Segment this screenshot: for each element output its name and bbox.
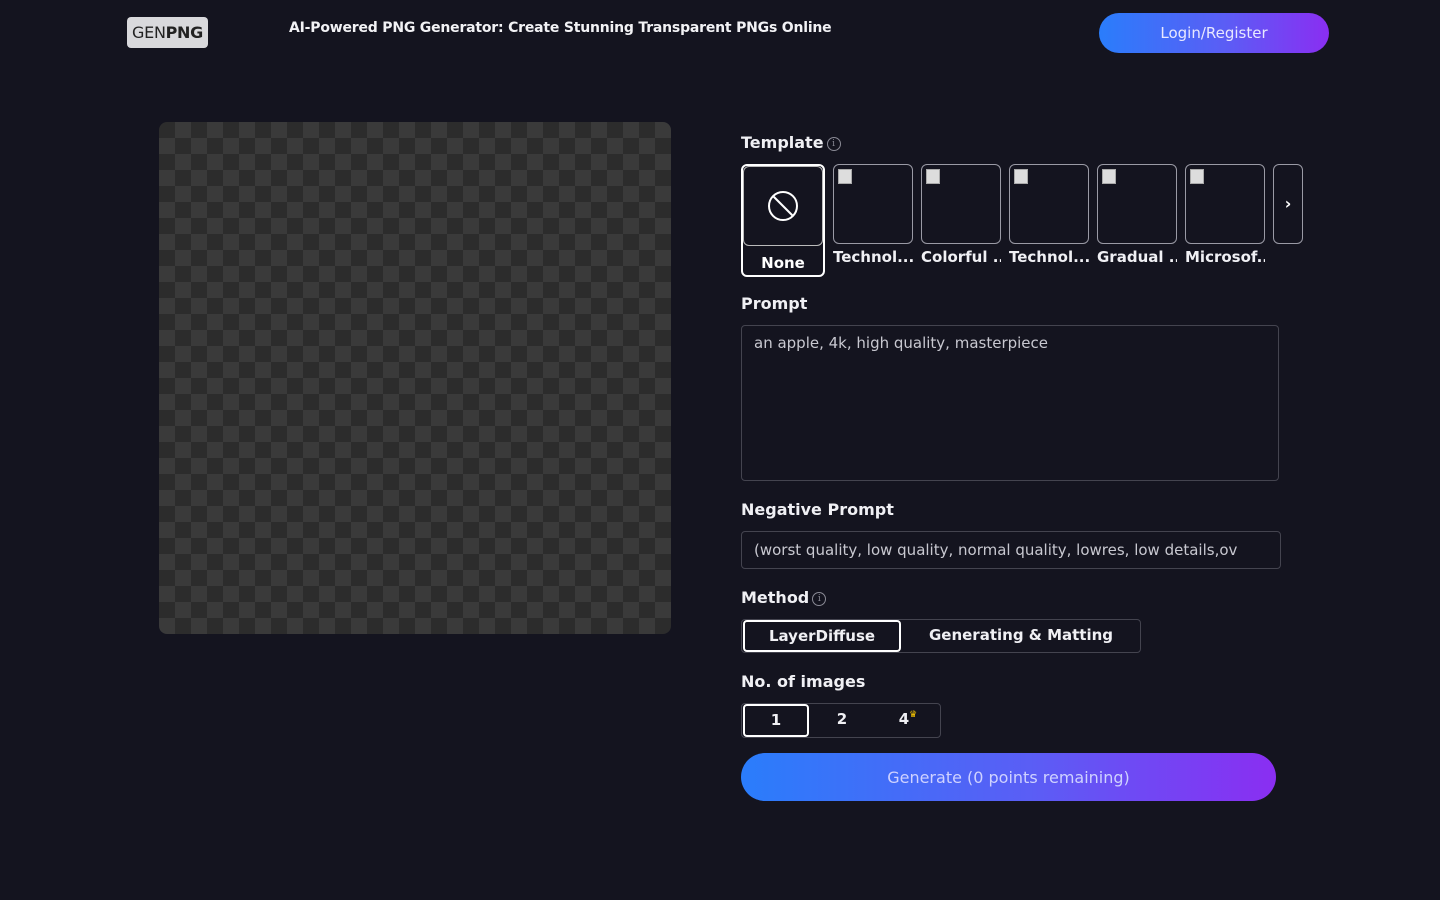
template-none-thumb (743, 166, 823, 246)
template-none-label: None (761, 254, 805, 272)
generate-button[interactable]: Generate (0 points remaining) (741, 753, 1276, 801)
logo-png-text: PNG (165, 23, 204, 42)
num-images-option-2[interactable]: 2 (809, 704, 875, 737)
template-item[interactable]: Gradual ... (1097, 164, 1177, 266)
num-images-label: No. of images (741, 672, 866, 691)
broken-image-icon (838, 169, 852, 184)
num-images-option-1[interactable]: 1 (743, 704, 809, 737)
ban-icon (768, 191, 798, 221)
template-next-button[interactable]: › (1273, 164, 1303, 244)
login-register-button[interactable]: Login/Register (1099, 13, 1329, 53)
broken-image-icon (926, 169, 940, 184)
template-heading: Template i (741, 133, 841, 152)
template-label: Template (741, 133, 824, 152)
broken-image-icon (1014, 169, 1028, 184)
prompt-input[interactable]: an apple, 4k, high quality, masterpiece (741, 325, 1279, 481)
template-thumb (1185, 164, 1265, 244)
template-name: Technol... (1009, 248, 1089, 266)
template-item[interactable]: Technol... (833, 164, 913, 266)
num-images-option-4[interactable]: 4♛ (875, 704, 941, 737)
num-images-selector: 1 2 4♛ (741, 703, 941, 738)
template-thumb (921, 164, 1001, 244)
num-images-option-4-label: 4 (898, 710, 910, 728)
negative-prompt-label: Negative Prompt (741, 500, 894, 519)
method-option-layerdiffuse[interactable]: LayerDiffuse (743, 620, 901, 652)
method-option-generating-matting[interactable]: Generating & Matting (902, 620, 1140, 652)
template-thumb (1009, 164, 1089, 244)
crown-icon: ♛ (909, 710, 918, 720)
image-preview-canvas (159, 122, 671, 634)
method-selector: LayerDiffuse Generating & Matting (741, 619, 1141, 653)
logo-gen-text: GEN (132, 23, 166, 42)
prompt-label: Prompt (741, 294, 808, 313)
template-none[interactable]: None (741, 164, 825, 277)
template-name: Technol... (833, 248, 913, 266)
template-item[interactable]: Technol... (1009, 164, 1089, 266)
template-thumb (833, 164, 913, 244)
template-name: Colorful ... (921, 248, 1001, 266)
negative-prompt-input[interactable] (741, 531, 1281, 569)
template-info-icon[interactable]: i (826, 136, 841, 151)
template-item[interactable]: Microsof... (1185, 164, 1265, 266)
logo[interactable]: GENPNG (127, 17, 208, 48)
template-name: Gradual ... (1097, 248, 1177, 266)
template-item[interactable]: Colorful ... (921, 164, 1001, 266)
method-label: Method (741, 588, 810, 607)
method-heading: Method i (741, 588, 827, 607)
header: GENPNG AI-Powered PNG Generator: Create … (0, 0, 1440, 66)
template-name: Microsof... (1185, 248, 1265, 266)
broken-image-icon (1102, 169, 1116, 184)
method-info-icon[interactable]: i (812, 591, 827, 606)
broken-image-icon (1190, 169, 1204, 184)
page-title: AI-Powered PNG Generator: Create Stunnin… (289, 20, 832, 36)
template-thumb (1097, 164, 1177, 244)
chevron-right-icon: › (1284, 194, 1292, 213)
